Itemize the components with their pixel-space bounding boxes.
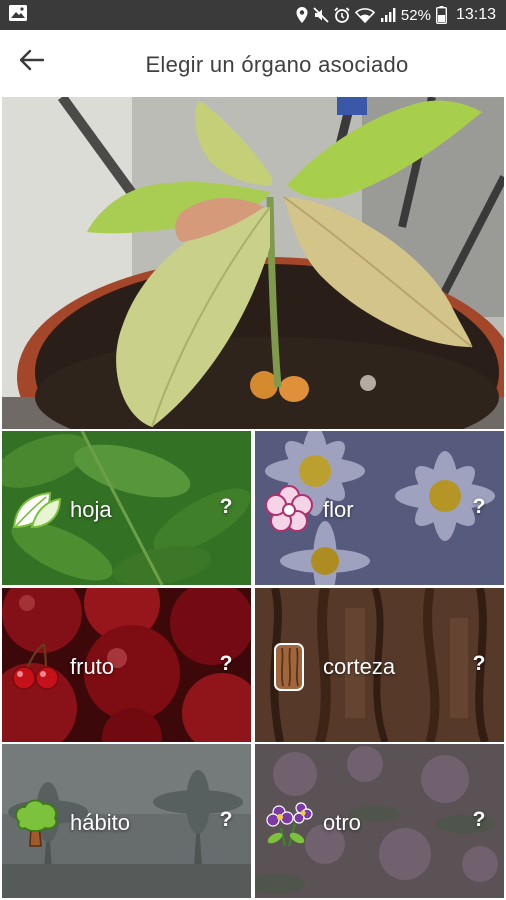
organ-tile-flor[interactable]: flor ? bbox=[255, 431, 504, 585]
organ-label: fruto bbox=[70, 654, 115, 679]
plant-photo bbox=[2, 97, 504, 429]
organ-tile-fruto[interactable]: fruto ? bbox=[2, 588, 251, 742]
organ-label: otro bbox=[323, 810, 361, 835]
app-bar: Elegir un órgano asociado bbox=[0, 30, 506, 96]
organ-grid: hoja ? flor ? fruto ? corteza ? hábito ?… bbox=[2, 431, 504, 899]
bark-icon bbox=[263, 643, 315, 691]
battery-icon bbox=[435, 6, 447, 24]
organ-tile-hoja[interactable]: hoja ? bbox=[2, 431, 251, 585]
status-right: 52% 13:13 bbox=[296, 6, 496, 24]
help-button[interactable]: ? bbox=[468, 808, 490, 834]
organ-label: flor bbox=[323, 497, 354, 522]
organ-tile-otro[interactable]: otro ? bbox=[255, 744, 504, 898]
help-button[interactable]: ? bbox=[468, 495, 490, 521]
leaf-icon bbox=[10, 486, 62, 534]
help-button[interactable]: ? bbox=[215, 808, 237, 834]
other-flowers-icon bbox=[263, 799, 315, 847]
status-bar: 52% 13:13 bbox=[0, 0, 506, 30]
page-title: Elegir un órgano asociado bbox=[145, 52, 409, 77]
organ-tile-habito[interactable]: hábito ? bbox=[2, 744, 251, 898]
organ-label: hábito bbox=[70, 810, 130, 835]
help-button[interactable]: ? bbox=[468, 652, 490, 678]
status-time: 13:13 bbox=[455, 6, 496, 23]
flower-icon bbox=[263, 485, 315, 534]
battery-percent: 52% bbox=[400, 6, 431, 24]
wifi-icon bbox=[354, 7, 375, 23]
help-button[interactable]: ? bbox=[215, 652, 237, 678]
alarm-icon bbox=[334, 7, 350, 23]
cherry-icon bbox=[10, 643, 62, 691]
signal-icon bbox=[380, 7, 396, 23]
organ-tile-corteza[interactable]: corteza ? bbox=[255, 588, 504, 742]
help-button[interactable]: ? bbox=[215, 495, 237, 521]
organ-label: hoja bbox=[70, 497, 112, 522]
tree-icon bbox=[10, 799, 62, 847]
organ-label: corteza bbox=[323, 654, 396, 679]
mute-icon bbox=[313, 7, 329, 23]
location-icon bbox=[296, 7, 308, 23]
gallery-icon bbox=[8, 4, 28, 27]
status-left bbox=[8, 4, 28, 27]
